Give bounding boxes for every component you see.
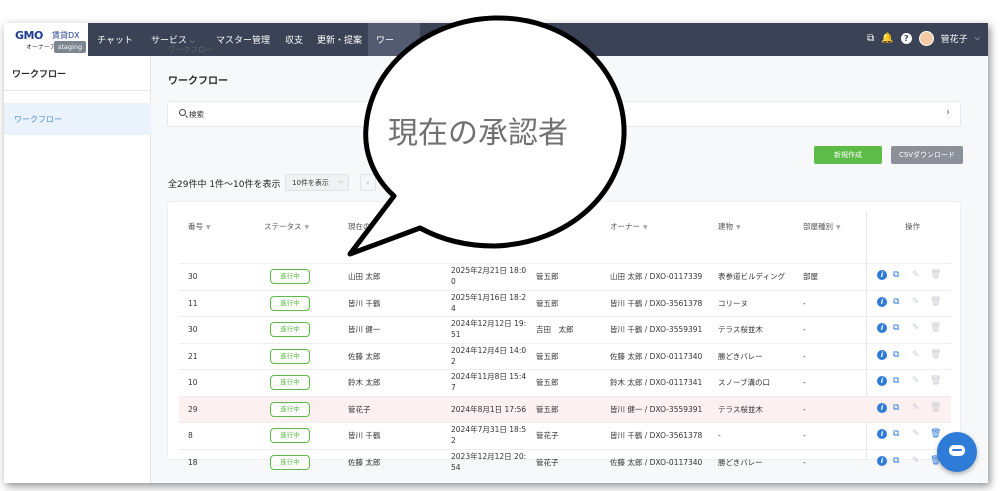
callout-bubble [347,15,627,257]
callout-text: 現在の承認者 [388,116,568,151]
